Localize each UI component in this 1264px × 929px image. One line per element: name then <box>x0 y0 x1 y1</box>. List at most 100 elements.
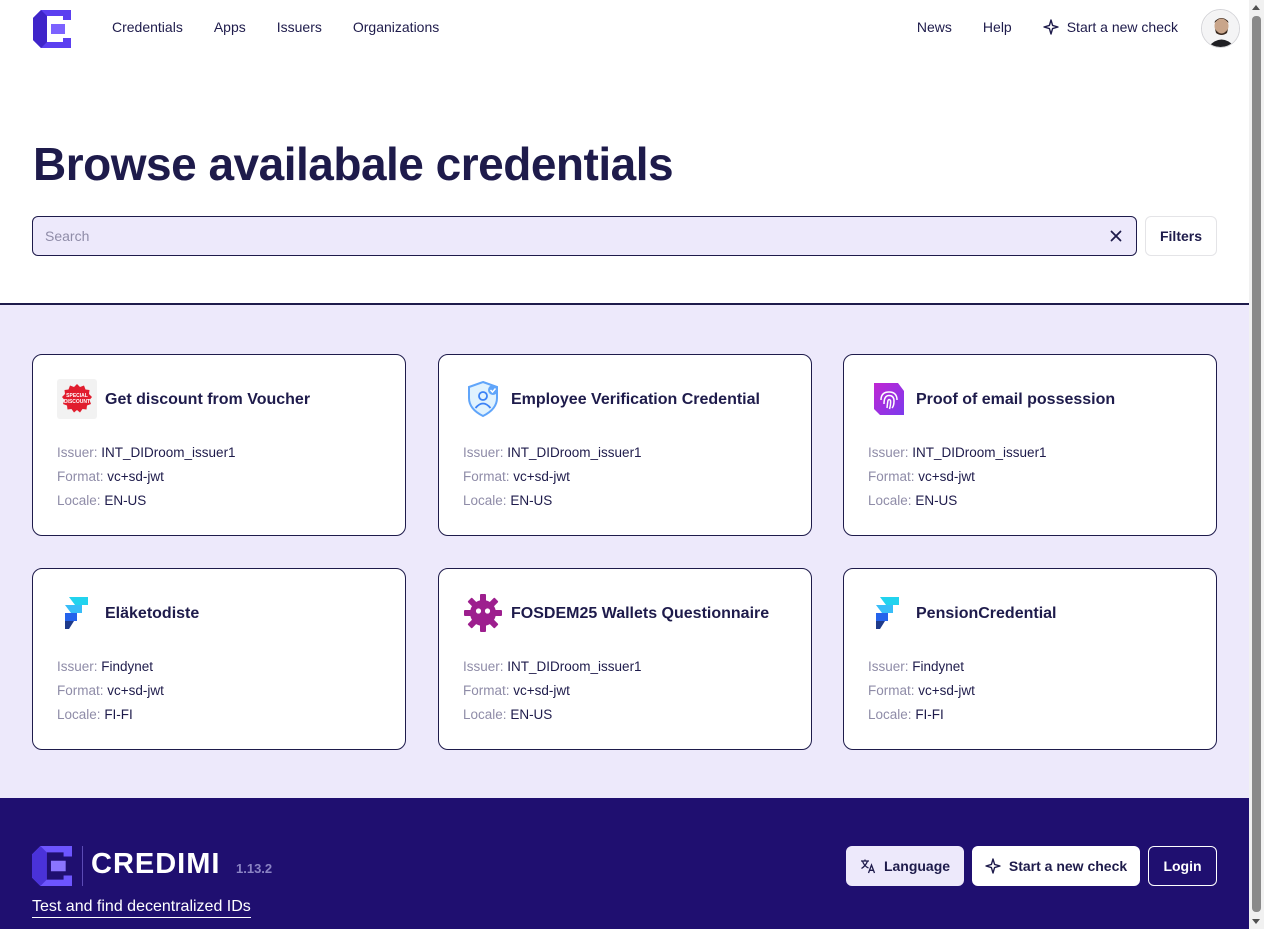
credentials-grid: SPECIAL DISCOUNT Get discount from Vouch… <box>0 303 1249 798</box>
card-issuer: Issuer: INT_DIDroom_issuer1 <box>868 445 1047 460</box>
sparkle-icon <box>1043 19 1059 35</box>
search-input[interactable] <box>45 217 1105 255</box>
issuer-label: Issuer: <box>868 659 909 674</box>
locale-label: Locale: <box>463 493 507 508</box>
scroll-up-icon[interactable] <box>1252 5 1260 10</box>
issuer-value: INT_DIDroom_issuer1 <box>101 445 236 460</box>
credential-card[interactable]: Eläketodiste Issuer: Findynet Format: vc… <box>32 568 406 750</box>
credential-card[interactable]: PensionCredential Issuer: Findynet Forma… <box>843 568 1217 750</box>
card-locale: Locale: FI-FI <box>57 707 133 722</box>
language-label: Language <box>883 858 951 874</box>
nav-issuers[interactable]: Issuers <box>277 19 322 35</box>
credential-card[interactable]: Employee Verification Credential Issuer:… <box>438 354 812 536</box>
issuer-value: Findynet <box>101 659 154 674</box>
locale-value: FI-FI <box>915 707 944 722</box>
search-field <box>32 216 1137 256</box>
format-value: vc+sd-jwt <box>513 469 570 484</box>
main-nav: Credentials Apps Issuers Organizations <box>112 19 439 35</box>
page-title: Browse availabale credentials <box>33 138 674 190</box>
format-label: Format: <box>57 683 104 698</box>
scrollbar-thumb[interactable] <box>1252 16 1261 912</box>
card-issuer: Issuer: INT_DIDroom_issuer1 <box>57 445 236 460</box>
issuer-label: Issuer: <box>463 659 504 674</box>
locale-label: Locale: <box>57 493 101 508</box>
locale-value: FI-FI <box>104 707 133 722</box>
card-format: Format: vc+sd-jwt <box>463 683 570 698</box>
locale-value: EN-US <box>915 493 958 508</box>
svg-text:DISCOUNT: DISCOUNT <box>64 399 90 405</box>
app-version: 1.13.2 <box>236 861 273 876</box>
page-scrollbar[interactable] <box>1249 0 1264 929</box>
nav-news[interactable]: News <box>917 19 952 35</box>
issuer-label: Issuer: <box>57 659 98 674</box>
card-locale: Locale: EN-US <box>463 493 552 508</box>
issuer-value: Findynet <box>912 659 965 674</box>
card-title: Eläketodiste <box>105 605 200 622</box>
card-title: FOSDEM25 Wallets Questionnaire <box>511 605 770 622</box>
fosdem-gear-icon <box>463 593 503 633</box>
language-button[interactable]: Language <box>846 846 964 886</box>
format-label: Format: <box>463 469 510 484</box>
employee-shield-icon <box>463 379 503 419</box>
login-button[interactable]: Login <box>1148 846 1217 886</box>
format-value: vc+sd-jwt <box>107 469 164 484</box>
format-value: vc+sd-jwt <box>107 683 164 698</box>
start-new-check-label: Start a new check <box>1008 858 1128 874</box>
locale-label: Locale: <box>463 707 507 722</box>
locale-label: Locale: <box>57 707 101 722</box>
nav-apps[interactable]: Apps <box>214 19 246 35</box>
format-value: vc+sd-jwt <box>918 683 975 698</box>
locale-value: EN-US <box>104 493 147 508</box>
top-navbar: Credentials Apps Issuers Organizations N… <box>0 0 1249 56</box>
card-format: Format: vc+sd-jwt <box>57 683 164 698</box>
findynet-icon <box>57 593 97 633</box>
format-value: vc+sd-jwt <box>513 683 570 698</box>
scroll-down-icon[interactable] <box>1252 919 1260 924</box>
nav-organizations[interactable]: Organizations <box>353 19 439 35</box>
locale-value: EN-US <box>510 707 553 722</box>
nav-help[interactable]: Help <box>983 19 1012 35</box>
locale-label: Locale: <box>868 707 912 722</box>
card-title: Employee Verification Credential <box>511 391 760 408</box>
start-new-check-link[interactable]: Start a new check <box>1043 19 1178 35</box>
footer-brand: CREDIMI <box>91 848 221 880</box>
card-format: Format: vc+sd-jwt <box>463 469 570 484</box>
format-label: Format: <box>463 683 510 698</box>
credential-card[interactable]: Proof of email possession Issuer: INT_DI… <box>843 354 1217 536</box>
format-value: vc+sd-jwt <box>918 469 975 484</box>
translate-icon <box>860 859 876 874</box>
card-locale: Locale: EN-US <box>463 707 552 722</box>
findynet-icon <box>868 593 908 633</box>
start-new-check-label: Start a new check <box>1066 19 1178 35</box>
card-issuer: Issuer: Findynet <box>57 659 153 674</box>
issuer-value: INT_DIDroom_issuer1 <box>507 659 642 674</box>
credimi-logo-icon <box>32 846 72 886</box>
start-new-check-button[interactable]: Start a new check <box>972 846 1140 886</box>
card-format: Format: vc+sd-jwt <box>868 469 975 484</box>
credential-card[interactable]: FOSDEM25 Wallets Questionnaire Issuer: I… <box>438 568 812 750</box>
locale-label: Locale: <box>868 493 912 508</box>
credential-card[interactable]: SPECIAL DISCOUNT Get discount from Vouch… <box>32 354 406 536</box>
voucher-icon: SPECIAL DISCOUNT <box>57 379 97 419</box>
card-format: Format: vc+sd-jwt <box>868 683 975 698</box>
sparkle-icon <box>985 858 1001 874</box>
nav-credentials[interactable]: Credentials <box>112 19 183 35</box>
credimi-logo-icon[interactable] <box>33 10 71 48</box>
format-label: Format: <box>868 469 915 484</box>
clear-search-icon[interactable] <box>1108 228 1124 244</box>
card-title: Get discount from Voucher <box>105 391 311 408</box>
footer: CREDIMI 1.13.2 Test and find decentraliz… <box>0 798 1249 929</box>
card-locale: Locale: EN-US <box>57 493 146 508</box>
card-issuer: Issuer: INT_DIDroom_issuer1 <box>463 445 642 460</box>
filters-button[interactable]: Filters <box>1145 216 1217 256</box>
issuer-label: Issuer: <box>868 445 909 460</box>
format-label: Format: <box>868 683 915 698</box>
user-avatar[interactable] <box>1201 9 1240 48</box>
footer-tagline-link[interactable]: Test and find decentralized IDs <box>32 898 251 918</box>
issuer-value: INT_DIDroom_issuer1 <box>912 445 1047 460</box>
secondary-nav: News Help Start a new check <box>917 19 1178 35</box>
footer-divider <box>82 846 83 886</box>
card-locale: Locale: FI-FI <box>868 707 944 722</box>
locale-value: EN-US <box>510 493 553 508</box>
card-title: PensionCredential <box>916 605 1057 622</box>
